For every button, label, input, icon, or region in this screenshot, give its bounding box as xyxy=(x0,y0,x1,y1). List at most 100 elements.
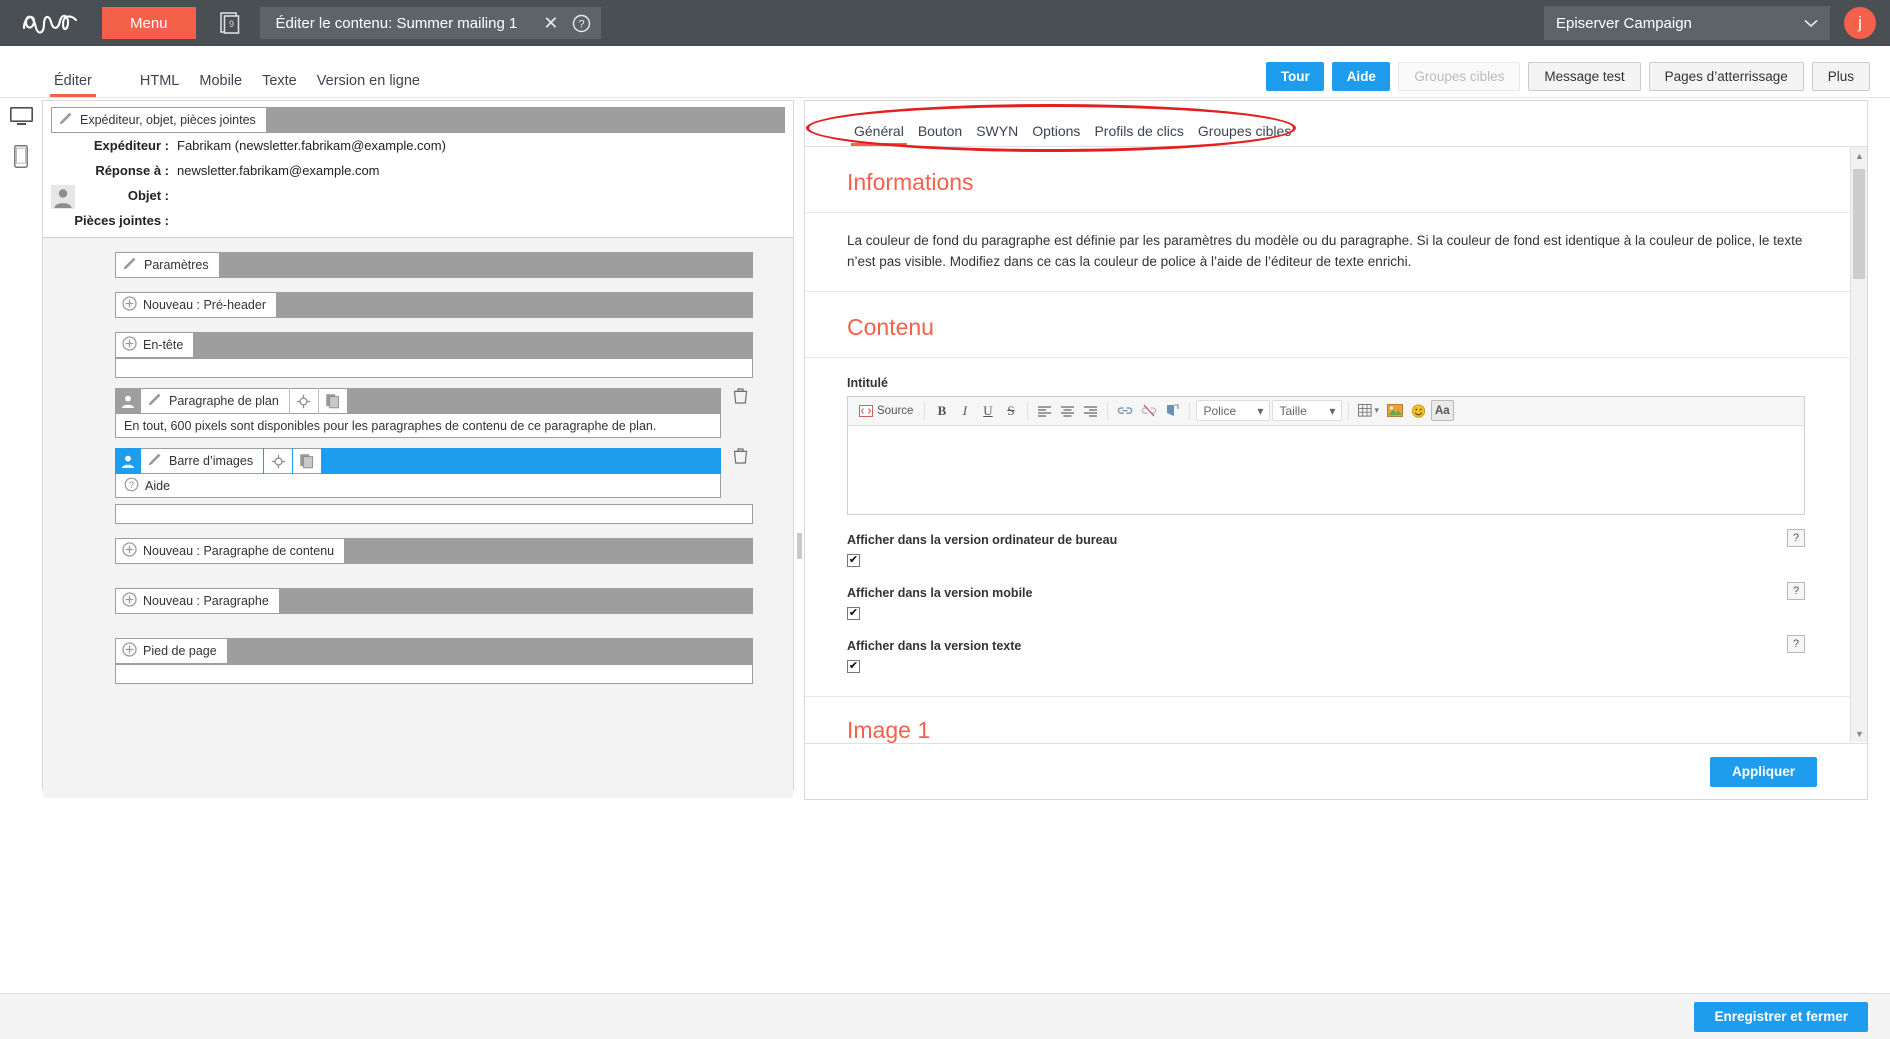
block-barre-dimages-row: Barre d’images xyxy=(115,448,721,474)
active-window-tab[interactable]: Éditer le contenu: Summer mailing 1 ✕ ? xyxy=(259,7,602,39)
help-icon[interactable]: ? xyxy=(572,14,591,33)
block-barre-dimages-fill[interactable] xyxy=(321,448,721,474)
sender-bar[interactable]: Expéditeur, objet, pièces jointes xyxy=(51,107,785,133)
block-barre-dimages-label[interactable]: Barre d’images xyxy=(141,448,264,474)
block-paragraphe-de-plan-label[interactable]: Paragraphe de plan xyxy=(141,388,289,414)
client-selector[interactable]: Episerver Campaign xyxy=(1544,6,1830,40)
field-expediteur-value[interactable]: Fabrikam (newsletter.fabrikam@example.co… xyxy=(177,138,446,153)
tab-swyn[interactable]: SWYN xyxy=(969,123,1025,146)
scrollbar-thumb[interactable] xyxy=(1853,169,1865,279)
enregistrer-et-fermer-button[interactable]: Enregistrer et fermer xyxy=(1694,1001,1868,1032)
checkbox-text-version-box[interactable]: ✔ xyxy=(847,659,860,673)
underline-button[interactable]: U xyxy=(977,400,998,421)
font-size-label: Taille xyxy=(1279,403,1307,418)
block-nouveau-preheader-label[interactable]: Nouveau : Pré-header xyxy=(115,292,276,318)
source-button[interactable]: Source xyxy=(854,400,918,421)
smiley-icon[interactable] xyxy=(1408,400,1429,421)
italic-button[interactable]: I xyxy=(954,400,975,421)
splitter-grip[interactable] xyxy=(796,532,802,559)
table-icon[interactable]: ▾ xyxy=(1355,400,1382,421)
block-paragraphe-de-plan: Paragraphe de plan En tout, 600 pixels s… xyxy=(115,388,753,438)
menu-button[interactable]: Menu xyxy=(102,7,196,39)
copy-icon[interactable] xyxy=(293,448,322,474)
delete-icon[interactable] xyxy=(727,388,753,404)
tab-bouton[interactable]: Bouton xyxy=(911,123,969,146)
block-nouveau-paragraphe-de-contenu-fill[interactable] xyxy=(344,538,753,564)
font-family-select[interactable]: Police ▾ xyxy=(1196,400,1271,422)
pages-atterrissage-button[interactable]: Pages d’atterrissage xyxy=(1648,62,1804,91)
move-icon[interactable] xyxy=(289,388,318,414)
delete-icon[interactable] xyxy=(727,448,753,464)
tab-groupes-cibles[interactable]: Groupes cibles xyxy=(1191,123,1298,146)
block-entete-fill[interactable] xyxy=(193,332,753,358)
help-icon[interactable]: ? xyxy=(1787,634,1805,653)
mobile-preview-icon[interactable] xyxy=(14,145,28,173)
copy-icon[interactable] xyxy=(318,388,347,414)
block-parametres-label[interactable]: Paramètres xyxy=(115,252,219,278)
sender-bar-label[interactable]: Expéditeur, objet, pièces jointes xyxy=(51,107,266,133)
sender-section: Expéditeur, objet, pièces jointes Expédi… xyxy=(43,101,793,238)
anchor-icon[interactable] xyxy=(1162,400,1183,421)
block-paragraphe-de-plan-fill[interactable] xyxy=(346,388,721,414)
unlink-icon[interactable] xyxy=(1138,400,1160,421)
tour-button[interactable]: Tour xyxy=(1266,62,1325,91)
block-pied-de-page-label[interactable]: Pied de page xyxy=(115,638,227,664)
block-nouveau-paragraphe-fill[interactable] xyxy=(278,588,753,614)
align-center-icon[interactable] xyxy=(1057,400,1078,421)
tab-profils-de-clics[interactable]: Profils de clics xyxy=(1087,123,1190,146)
desktop-preview-icon[interactable] xyxy=(9,106,34,131)
case-change-button[interactable]: Aa xyxy=(1430,400,1454,422)
image-icon[interactable] xyxy=(1384,400,1406,421)
align-right-icon[interactable] xyxy=(1080,400,1101,421)
strikethrough-button[interactable]: S xyxy=(1000,400,1021,421)
bold-button[interactable]: B xyxy=(931,400,952,421)
entete-spacer xyxy=(115,358,753,378)
episerver-logo-icon[interactable] xyxy=(14,6,92,40)
view-tab-texte[interactable]: Texte xyxy=(252,73,307,97)
properties-scrollbar[interactable]: ▲ ▼ xyxy=(1850,147,1867,742)
groupes-cibles-button[interactable]: Groupes cibles xyxy=(1398,62,1521,91)
sender-bar-fill[interactable] xyxy=(265,107,785,133)
align-left-icon[interactable] xyxy=(1034,400,1055,421)
properties-panel: Général Bouton SWYN Options Profils de c… xyxy=(804,100,1868,800)
view-tab-html[interactable]: HTML xyxy=(130,73,189,97)
move-icon[interactable] xyxy=(264,448,293,474)
field-reponse-a: Réponse à : newsletter.fabrikam@example.… xyxy=(53,158,793,183)
link-icon[interactable] xyxy=(1114,400,1136,421)
view-tab-mobile[interactable]: Mobile xyxy=(189,73,252,97)
checkbox-desktop-version-box[interactable]: ✔ xyxy=(847,553,860,567)
block-nouveau-preheader-fill[interactable] xyxy=(276,292,753,318)
brush-icon xyxy=(147,393,163,410)
field-reponse-a-value[interactable]: newsletter.fabrikam@example.com xyxy=(177,163,380,178)
block-pied-de-page-fill[interactable] xyxy=(226,638,753,664)
block-entete-label[interactable]: En-tête xyxy=(115,332,194,358)
aide-button[interactable]: Aide xyxy=(1332,62,1391,91)
view-tab-editer[interactable]: Éditer xyxy=(44,73,102,97)
block-nouveau-paragraphe-de-contenu-label[interactable]: Nouveau : Paragraphe de contenu xyxy=(115,538,345,564)
help-icon[interactable]: ? xyxy=(1787,581,1805,600)
tab-general[interactable]: Général xyxy=(847,123,911,146)
panel-splitter[interactable] xyxy=(794,98,804,993)
rte-content-area[interactable] xyxy=(848,425,1804,514)
person-icon xyxy=(51,185,75,214)
avatar[interactable]: j xyxy=(1844,7,1876,39)
person-icon xyxy=(115,448,141,474)
question-circle-icon: ? xyxy=(124,477,139,495)
appliquer-button[interactable]: Appliquer xyxy=(1710,756,1817,787)
font-size-select[interactable]: Taille ▾ xyxy=(1272,400,1343,422)
block-nouveau-paragraphe-label[interactable]: Nouveau : Paragraphe xyxy=(115,588,279,614)
block-parametres-fill[interactable] xyxy=(218,252,753,278)
close-icon[interactable]: ✕ xyxy=(543,14,558,32)
view-tab-version-en-ligne[interactable]: Version en ligne xyxy=(307,73,430,97)
help-icon[interactable]: ? xyxy=(1787,528,1805,547)
scroll-up-icon[interactable]: ▲ xyxy=(1854,150,1865,161)
field-expediteur: Expéditeur : Fabrikam (newsletter.fabrik… xyxy=(53,133,793,158)
plus-button[interactable]: Plus xyxy=(1811,62,1870,91)
message-test-button[interactable]: Message test xyxy=(1528,62,1641,91)
documents-icon[interactable]: 9 xyxy=(210,6,250,40)
tab-options[interactable]: Options xyxy=(1025,123,1087,146)
block-barre-dimages-note[interactable]: ? Aide xyxy=(115,474,721,498)
block-nouveau-paragraphe-text: Nouveau : Paragraphe xyxy=(143,594,269,608)
checkbox-mobile-version-box[interactable]: ✔ xyxy=(847,606,860,620)
scroll-down-icon[interactable]: ▼ xyxy=(1854,728,1865,739)
